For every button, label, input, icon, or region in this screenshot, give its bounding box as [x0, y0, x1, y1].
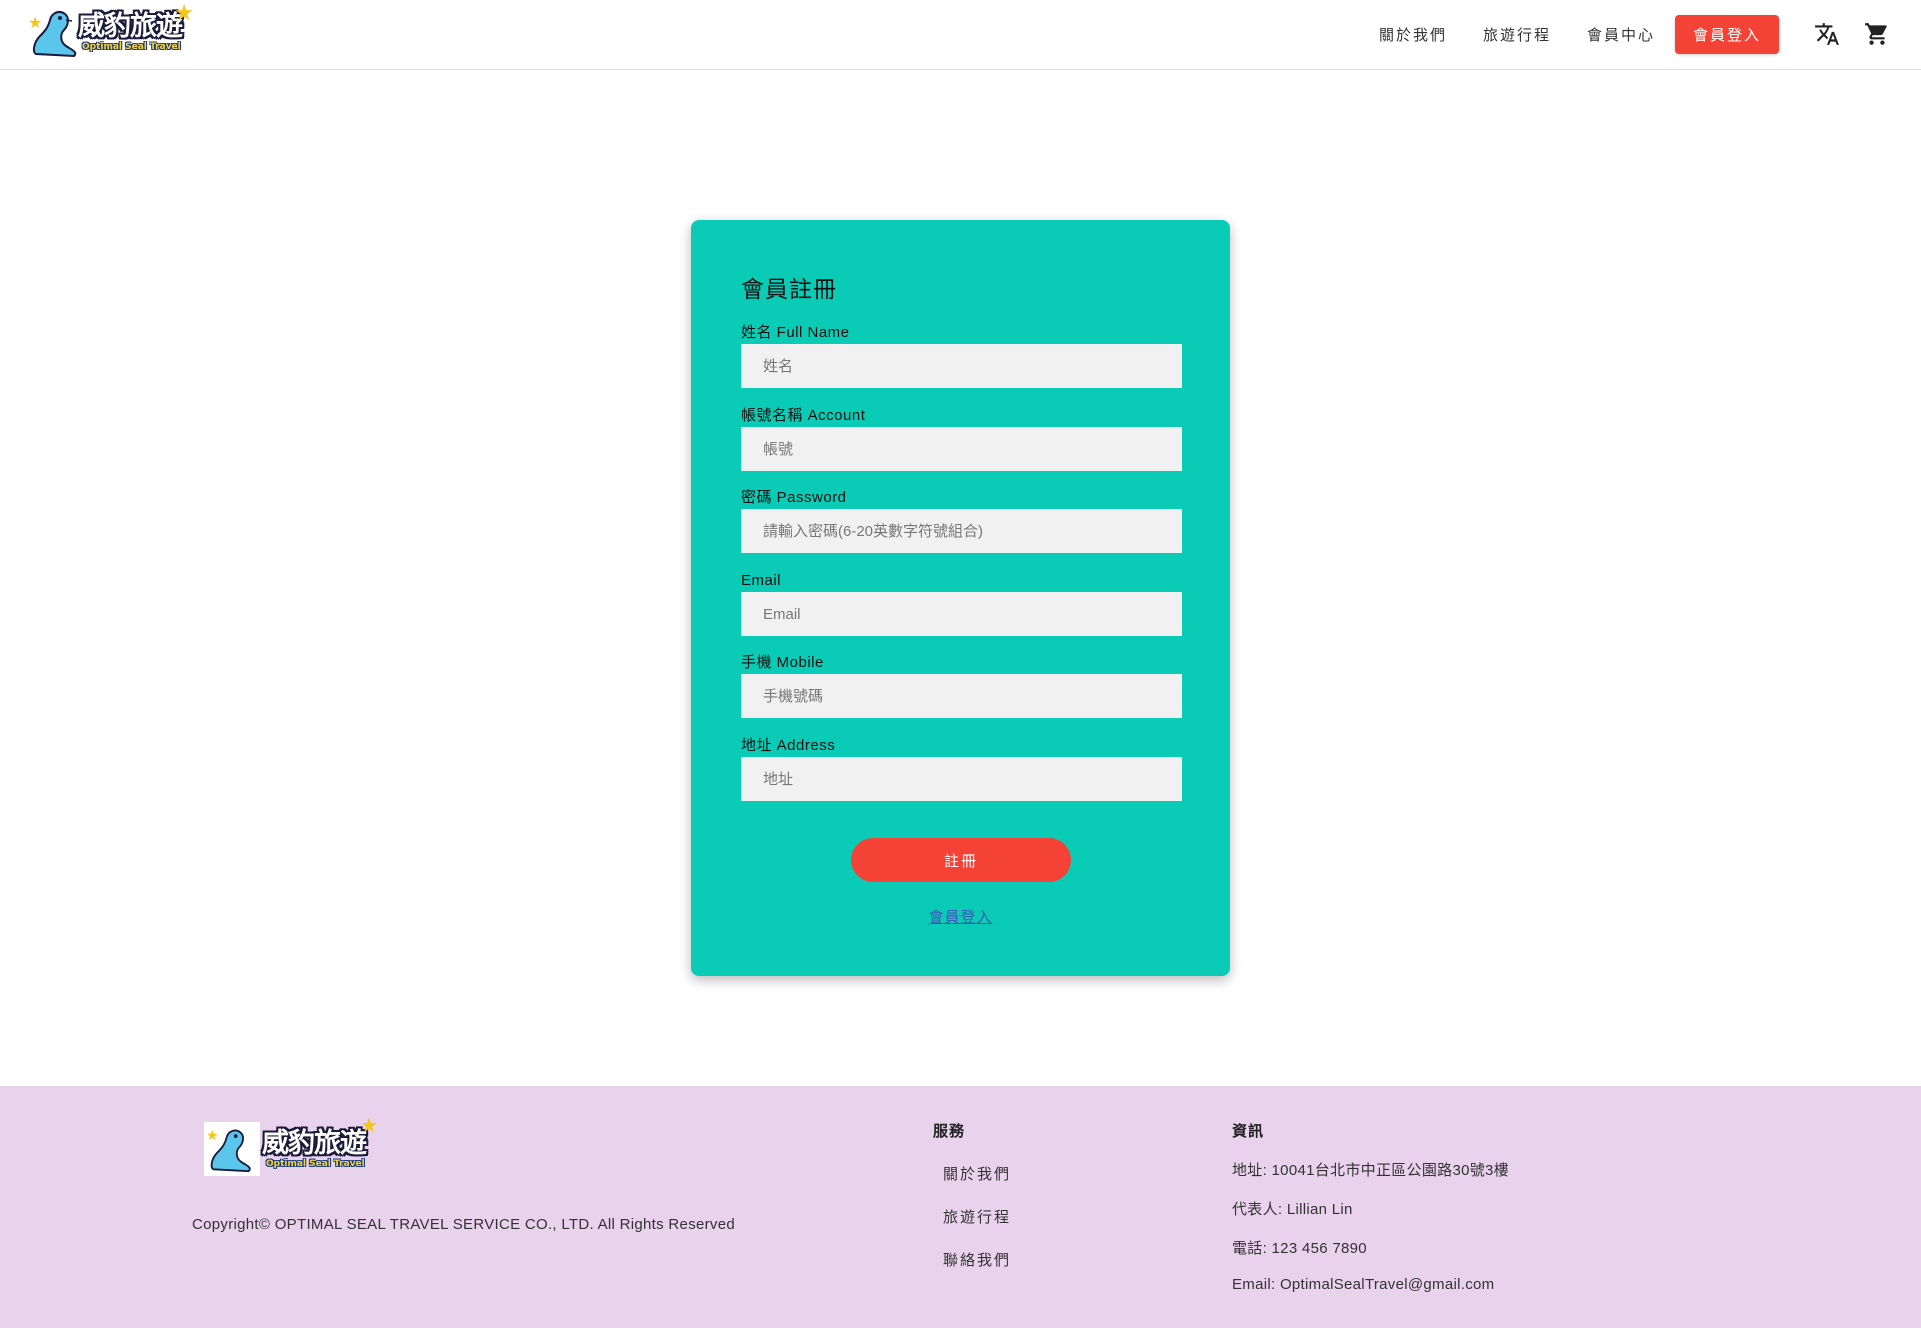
info-phone: 電話: 123 456 7890	[1232, 1240, 1367, 1257]
name-input[interactable]	[741, 344, 1182, 388]
login-button[interactable]: 會員登入	[1674, 14, 1779, 54]
address-field-group: 地址 Address	[741, 736, 1182, 801]
name-field-group: 姓名 Full Name	[741, 323, 1182, 388]
logo-subtitle: Optimal Seal Travel	[82, 42, 181, 52]
name-label: 姓名 Full Name	[741, 324, 850, 341]
star-icon: ★	[174, 0, 194, 25]
nav-member-center[interactable]: 會員中心	[1587, 24, 1655, 45]
nav-about[interactable]: 關於我們	[1379, 24, 1447, 45]
register-button[interactable]: 註冊	[851, 838, 1071, 882]
login-link[interactable]: 會員登入	[691, 906, 1230, 927]
site-header: ★ 威豹旅遊 Optimal Seal Travel ★ 關於我們 旅遊行程 會…	[0, 0, 1921, 70]
info-representative: 代表人: Lillian Lin	[1232, 1201, 1353, 1218]
account-label: 帳號名稱 Account	[741, 407, 866, 424]
star-icon: ★	[206, 1127, 219, 1143]
footer-link-tours[interactable]: 旅遊行程	[943, 1206, 1011, 1227]
register-title: 會員註冊	[741, 276, 837, 302]
account-input[interactable]	[741, 427, 1182, 471]
address-input[interactable]	[741, 757, 1182, 801]
register-card: 會員註冊 姓名 Full Name 帳號名稱 Account 密碼 Passwo…	[691, 220, 1230, 976]
account-field-group: 帳號名稱 Account	[741, 406, 1182, 471]
services-title: 服務	[933, 1123, 966, 1140]
email-input[interactable]	[741, 592, 1182, 636]
info-address: 地址: 10041台北市中正區公園路30號3樓	[1232, 1162, 1509, 1179]
footer-logo[interactable]: ★ 威豹旅遊 Optimal Seal Travel ★	[204, 1116, 378, 1176]
password-label: 密碼 Password	[741, 489, 847, 506]
mobile-field-group: 手機 Mobile	[741, 653, 1182, 718]
mobile-input[interactable]	[741, 674, 1182, 718]
footer-logo-subtitle: Optimal Seal Travel	[266, 1159, 365, 1169]
nav-tours[interactable]: 旅遊行程	[1483, 24, 1551, 45]
copyright-text: Copyright© OPTIMAL SEAL TRAVEL SERVICE C…	[192, 1216, 736, 1233]
footer-link-about[interactable]: 關於我們	[943, 1163, 1011, 1184]
info-title: 資訊	[1232, 1123, 1265, 1140]
footer-logo-title: 威豹旅遊	[262, 1128, 367, 1159]
main-nav: 關於我們 旅遊行程 會員中心 會員登入	[1379, 14, 1895, 54]
translate-icon[interactable]	[1809, 16, 1845, 52]
footer-services: 服務 關於我們 旅遊行程 聯絡我們	[933, 1120, 1011, 1270]
password-input[interactable]	[741, 509, 1182, 553]
star-icon: ★	[28, 15, 43, 32]
site-footer: ★ 威豹旅遊 Optimal Seal Travel ★ Copyright© …	[0, 1086, 1921, 1328]
site-logo[interactable]: ★ 威豹旅遊 Optimal Seal Travel ★	[28, 2, 194, 60]
cart-icon[interactable]	[1859, 16, 1895, 52]
seal-logo-icon	[32, 11, 77, 58]
password-field-group: 密碼 Password	[741, 488, 1182, 553]
mobile-label: 手機 Mobile	[741, 654, 824, 671]
footer-link-contact[interactable]: 聯絡我們	[943, 1249, 1011, 1270]
star-icon: ★	[360, 1115, 378, 1137]
address-label: 地址 Address	[741, 737, 836, 754]
email-label: Email	[741, 572, 782, 589]
logo-title: 威豹旅遊	[78, 11, 183, 42]
footer-info: 資訊 地址: 10041台北市中正區公園路30號3樓 代表人: Lillian …	[1232, 1120, 1509, 1293]
email-field-group: Email	[741, 571, 1182, 636]
info-email: Email: OptimalSealTravel@gmail.com	[1232, 1276, 1495, 1293]
